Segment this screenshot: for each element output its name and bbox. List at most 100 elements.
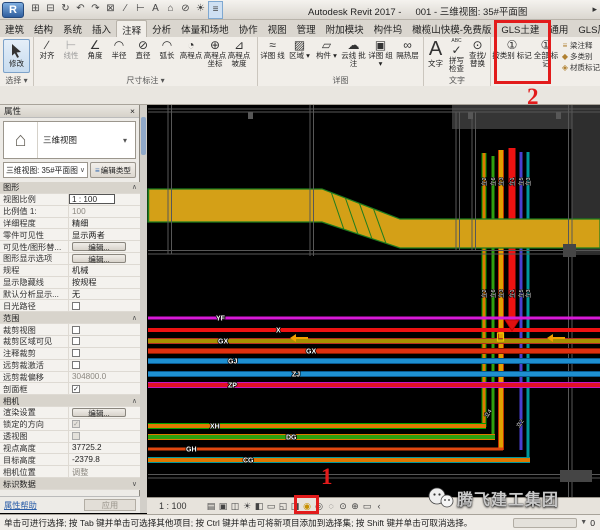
detail-panel-label[interactable]: 详图: [258, 75, 423, 86]
revit-app-menu[interactable]: R: [2, 2, 24, 18]
back-icon[interactable]: ‹: [373, 501, 385, 512]
ribbon-tab[interactable]: 结构: [29, 20, 58, 37]
checkbox[interactable]: [72, 432, 80, 440]
ribbon-button[interactable]: ⊘直径: [131, 38, 155, 60]
save-icon[interactable]: ⊟: [43, 1, 58, 19]
ribbon-tab[interactable]: 构件坞: [369, 20, 408, 37]
ribbon-button[interactable]: ≈详图 线: [259, 38, 286, 60]
default-3d-view-icon[interactable]: ⌂: [163, 1, 178, 19]
workset-field[interactable]: [513, 518, 577, 528]
aligned-dimension-icon[interactable]: ⊢: [133, 1, 148, 19]
close-icon[interactable]: ×: [130, 106, 135, 116]
ribbon-tab[interactable]: 附加模块: [321, 20, 369, 37]
ribbon-tab[interactable]: 插入: [87, 20, 116, 37]
ribbon-button[interactable]: ⊢线性: [59, 38, 83, 60]
ribbon-tab[interactable]: 系统: [58, 20, 87, 37]
ribbon-tab[interactable]: 注释: [116, 20, 147, 37]
dimension-panel-label[interactable]: 尺寸标注 ▾: [34, 75, 257, 86]
section-header[interactable]: 图形∧: [0, 182, 140, 194]
ribbon-tab[interactable]: GLS风: [573, 20, 600, 37]
checkbox[interactable]: [72, 361, 80, 369]
ribbon-button[interactable]: ◠半径: [107, 38, 131, 60]
select-panel-label[interactable]: 选择 ▾: [0, 75, 33, 86]
viewport-scrollbar[interactable]: [140, 105, 147, 513]
undo-icon[interactable]: ↶: [73, 1, 88, 19]
section-header[interactable]: 标识数据∨: [0, 478, 140, 490]
visual-style-icon[interactable]: ◫: [229, 501, 241, 512]
sun-icon[interactable]: ☀: [193, 1, 208, 19]
checkbox[interactable]: [72, 349, 80, 357]
section-chevron-icon[interactable]: ∧: [132, 397, 137, 405]
ribbon-button[interactable]: ⊿高程点 坡度: [227, 38, 251, 69]
property-value[interactable]: 304800.0: [69, 372, 106, 381]
toolbar-overflow-icon[interactable]: ▸: [592, 4, 597, 15]
edit-button[interactable]: 编辑...: [72, 242, 126, 252]
type-selector[interactable]: ⌂ 三维视图 ▾: [3, 121, 136, 159]
property-value[interactable]: 按规程: [69, 276, 97, 288]
ribbon-button[interactable]: ∠角度: [83, 38, 107, 60]
ribbon-button[interactable]: ∞隔热层: [394, 38, 421, 60]
property-value[interactable]: 机械: [69, 264, 88, 276]
property-value[interactable]: 显示两者: [69, 229, 105, 241]
ribbon-tab[interactable]: 分析: [147, 20, 176, 37]
ribbon-tab[interactable]: 管理: [292, 20, 321, 37]
edit-type-button[interactable]: ≡ 编辑类型: [90, 162, 136, 178]
checkbox[interactable]: [72, 326, 80, 334]
property-value[interactable]: 精细: [69, 217, 88, 229]
crop-region-icon[interactable]: ◱: [277, 501, 289, 512]
ribbon-tab[interactable]: 体量和场地: [176, 20, 234, 37]
ribbon-button[interactable]: ◔高程点: [179, 38, 203, 60]
checkbox[interactable]: [72, 302, 80, 310]
edit-button[interactable]: 编辑...: [72, 254, 126, 264]
ribbon-small-button[interactable]: ≡梁注释: [560, 40, 600, 51]
property-value[interactable]: 无: [69, 288, 80, 300]
highlight-displacement-icon[interactable]: ⊙: [337, 501, 349, 512]
property-value[interactable]: 100: [69, 207, 86, 216]
ribbon-button[interactable]: ▱构件 ▾: [313, 38, 340, 60]
ribbon-button[interactable]: ⊙查找/ 替换: [467, 38, 488, 69]
text-panel-label[interactable]: 文字: [424, 75, 490, 86]
ribbon-button[interactable]: ◠弧长: [155, 38, 179, 60]
checkbox[interactable]: [72, 337, 80, 345]
ribbon-tab[interactable]: 视图: [263, 20, 292, 37]
section-header[interactable]: 范围∧: [0, 312, 140, 324]
ribbon-button[interactable]: A文字: [425, 38, 446, 68]
ribbon-tab[interactable]: 橄榄山快模-免费版: [407, 20, 496, 37]
text-note-icon[interactable]: A: [148, 1, 163, 19]
section-chevron-icon[interactable]: ∧: [132, 183, 137, 191]
ribbon-button[interactable]: ⊕高程点 坐标: [203, 38, 227, 69]
drawing-area[interactable]: YFXGXGXGJZJZPXHDGGHCG立2立6立3立1立5立3立2立6立3立…: [147, 105, 600, 513]
section-icon[interactable]: ⊘: [178, 1, 193, 19]
sun-path-icon[interactable]: ☀: [241, 501, 253, 512]
checkbox[interactable]: ✓: [72, 420, 80, 428]
ribbon-button[interactable]: ABC✓拼写 检查: [446, 38, 467, 74]
checkbox[interactable]: ✓: [72, 385, 80, 393]
print-icon[interactable]: ⊠: [103, 1, 118, 19]
property-value[interactable]: 37725.2: [69, 443, 102, 452]
ribbon-button[interactable]: ☁云线 批注: [340, 38, 367, 69]
ribbon-button[interactable]: ▣详图 组 ▾: [367, 38, 394, 69]
instance-selector[interactable]: 三维视图: 35#平面图 ∨: [3, 162, 88, 178]
thin-lines-icon[interactable]: ≡: [208, 1, 223, 19]
ribbon-small-button[interactable]: ◆多类别: [560, 51, 600, 62]
section-header[interactable]: 相机∧: [0, 395, 140, 407]
ribbon-button[interactable]: ∕对齐: [35, 38, 59, 60]
edit-button[interactable]: 编辑...: [72, 408, 126, 418]
view-scale-control[interactable]: 1 : 100: [159, 501, 205, 511]
apply-button[interactable]: 应用: [84, 499, 136, 511]
property-value[interactable]: -2379.8: [69, 455, 100, 464]
crop-view-icon[interactable]: ▭: [265, 501, 277, 512]
ribbon-tab[interactable]: 协作: [234, 20, 263, 37]
ribbon-tab[interactable]: 建筑: [0, 20, 29, 37]
worksharing-display-icon[interactable]: ▤: [205, 501, 217, 512]
ribbon-button[interactable]: ▨区域 ▾: [286, 38, 313, 60]
sync-icon[interactable]: ↻: [58, 1, 73, 19]
ribbon-small-button[interactable]: ◈材质标记: [560, 62, 600, 73]
reveal-constraints-icon[interactable]: ⊕: [349, 501, 361, 512]
modify-button[interactable]: 修改: [3, 39, 30, 73]
redo-icon[interactable]: ↷: [88, 1, 103, 19]
shadows-icon[interactable]: ◧: [253, 501, 265, 512]
section-chevron-icon[interactable]: ∨: [132, 480, 137, 488]
filter-icon[interactable]: ▼: [580, 519, 587, 526]
section-chevron-icon[interactable]: ∧: [132, 314, 137, 322]
